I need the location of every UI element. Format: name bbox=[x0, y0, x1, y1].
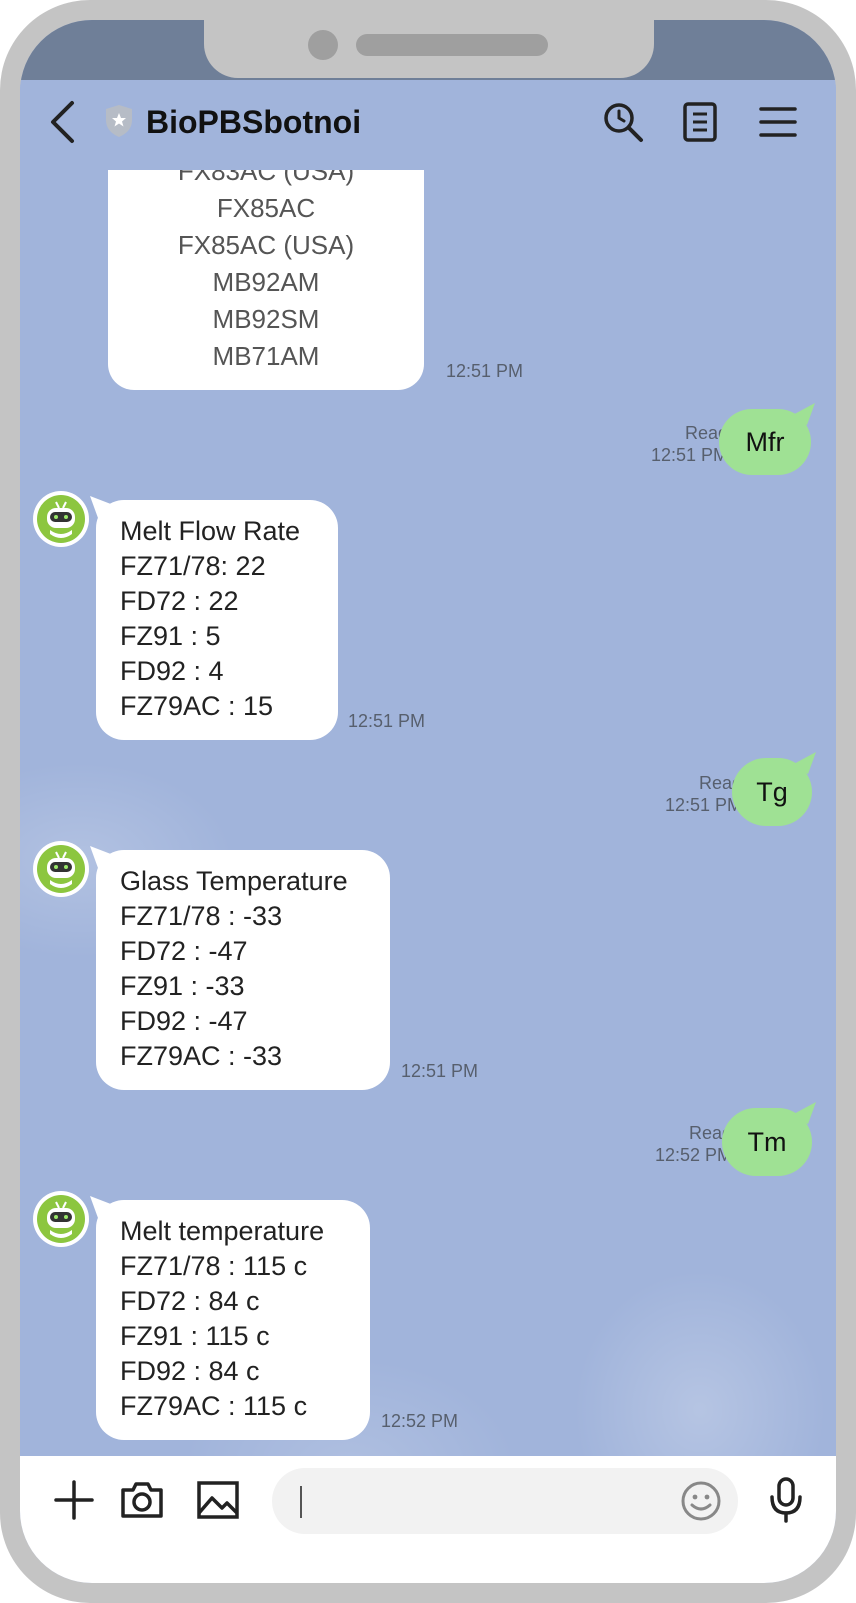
bubble-tail bbox=[789, 403, 815, 425]
message-line: Melt Flow Rate bbox=[120, 516, 301, 546]
notes-button[interactable] bbox=[677, 98, 723, 146]
text-cursor bbox=[300, 1486, 302, 1518]
message-line: Glass Temperature bbox=[120, 866, 348, 896]
received-message[interactable]: Glass Temperature FZ71/78 : -33 FD72 : -… bbox=[90, 846, 390, 1090]
message-line: FZ79AC : 15 bbox=[120, 691, 274, 721]
message-line: MB92AM bbox=[212, 267, 320, 297]
received-message-model-list: FX83AC (USA) FX85AC FX85AC (USA) MB92AM … bbox=[108, 163, 424, 390]
read-status: Read bbox=[688, 1123, 732, 1143]
image-icon bbox=[197, 1481, 239, 1519]
sent-message[interactable]: Mfr bbox=[719, 403, 815, 475]
notes-icon bbox=[683, 102, 717, 142]
message-line: FD92 : -47 bbox=[120, 1006, 248, 1036]
message-line: FX85AC (USA) bbox=[177, 230, 355, 260]
sent-message-text: Tm bbox=[747, 1127, 787, 1157]
sent-message[interactable]: Tm bbox=[722, 1102, 816, 1176]
back-arrow-icon bbox=[51, 101, 74, 143]
message-line: FZ79AC : 115 c bbox=[120, 1391, 308, 1421]
robot-avatar-icon bbox=[37, 1195, 85, 1243]
search-icon bbox=[604, 103, 643, 142]
message-time: 12:51 PM bbox=[446, 361, 524, 381]
read-status: Read bbox=[698, 773, 742, 793]
menu-icon bbox=[759, 107, 797, 137]
microphone-button[interactable] bbox=[762, 1476, 810, 1524]
message-status: Read 12:52 PM bbox=[655, 1122, 732, 1166]
message-line: FZ71/78: 22 bbox=[120, 551, 266, 581]
sent-message[interactable]: Tg bbox=[732, 752, 816, 826]
message-time: 12:52 PM bbox=[654, 1145, 732, 1165]
bubble-tail bbox=[90, 496, 116, 518]
emoji-icon bbox=[681, 1481, 721, 1521]
camera-icon bbox=[121, 1482, 163, 1518]
message-line: FZ91 : -33 bbox=[120, 971, 245, 1001]
message-line: FD72 : 22 bbox=[120, 586, 239, 616]
emoji-button[interactable] bbox=[680, 1480, 722, 1522]
shield-icon bbox=[106, 105, 132, 137]
sent-message-text: Mfr bbox=[745, 427, 785, 457]
screen: FX83AC (USA) FX85AC FX85AC (USA) MB92AM … bbox=[20, 20, 836, 1583]
chat-title: BioPBSbotnoi bbox=[146, 104, 362, 140]
menu-button[interactable] bbox=[755, 98, 801, 146]
read-status: Read bbox=[684, 423, 728, 443]
message-line: FX85AC bbox=[216, 193, 316, 223]
bot-avatar[interactable] bbox=[33, 841, 89, 897]
message-time: 12:51 PM bbox=[664, 795, 742, 815]
search-button[interactable] bbox=[600, 98, 646, 146]
message-time: 12:51 PM bbox=[650, 445, 728, 465]
message-time: 12:51 PM bbox=[348, 711, 426, 731]
received-message[interactable]: Melt temperature FZ71/78 : 115 c FD72 : … bbox=[90, 1196, 370, 1440]
back-button[interactable] bbox=[42, 98, 82, 146]
robot-avatar-icon bbox=[37, 495, 85, 543]
message-line: FD72 : 84 c bbox=[120, 1286, 260, 1316]
robot-avatar-icon bbox=[37, 845, 85, 893]
plus-icon bbox=[54, 1480, 94, 1520]
sent-message-text: Tg bbox=[756, 777, 788, 807]
front-camera bbox=[308, 30, 338, 60]
message-line: FD92 : 4 bbox=[120, 656, 224, 686]
message-line: FZ91 : 5 bbox=[120, 621, 221, 651]
message-status: Read 12:51 PM bbox=[651, 422, 728, 466]
camera-button[interactable] bbox=[118, 1476, 166, 1524]
message-line: FZ91 : 115 c bbox=[120, 1321, 270, 1351]
gallery-button[interactable] bbox=[194, 1476, 242, 1524]
bot-avatar[interactable] bbox=[33, 1191, 89, 1247]
message-line: Melt temperature bbox=[120, 1216, 325, 1246]
bubble-tail bbox=[90, 1196, 116, 1218]
message-line: FZ71/78 : 115 c bbox=[120, 1251, 308, 1281]
chat-header: BioPBSbotnoi bbox=[20, 80, 836, 170]
message-line: MB92SM bbox=[212, 304, 320, 334]
message-time: 12:51 PM bbox=[401, 1061, 479, 1081]
message-status: Read 12:51 PM bbox=[665, 772, 742, 816]
message-line: FZ71/78 : -33 bbox=[120, 901, 283, 931]
message-time: 12:52 PM bbox=[381, 1411, 459, 1431]
message-line: MB71AM bbox=[212, 341, 320, 371]
bubble-tail bbox=[90, 846, 116, 868]
plus-button[interactable] bbox=[50, 1476, 98, 1524]
speaker-grille bbox=[356, 34, 548, 56]
phone-notch bbox=[204, 20, 654, 78]
phone-frame: FX83AC (USA) FX85AC FX85AC (USA) MB92AM … bbox=[0, 0, 856, 1603]
message-line: FD92 : 84 c bbox=[120, 1356, 260, 1386]
message-composer bbox=[20, 1456, 836, 1583]
message-line: FD72 : -47 bbox=[120, 936, 248, 966]
bubble-tail bbox=[790, 1102, 816, 1124]
bubble-tail bbox=[790, 752, 816, 774]
received-message[interactable]: Melt Flow Rate FZ71/78: 22 FD72 : 22 FZ9… bbox=[90, 496, 338, 740]
message-line: FZ79AC : -33 bbox=[120, 1041, 283, 1071]
microphone-icon bbox=[770, 1477, 802, 1523]
bot-avatar[interactable] bbox=[33, 491, 89, 547]
message-input[interactable] bbox=[272, 1468, 738, 1534]
